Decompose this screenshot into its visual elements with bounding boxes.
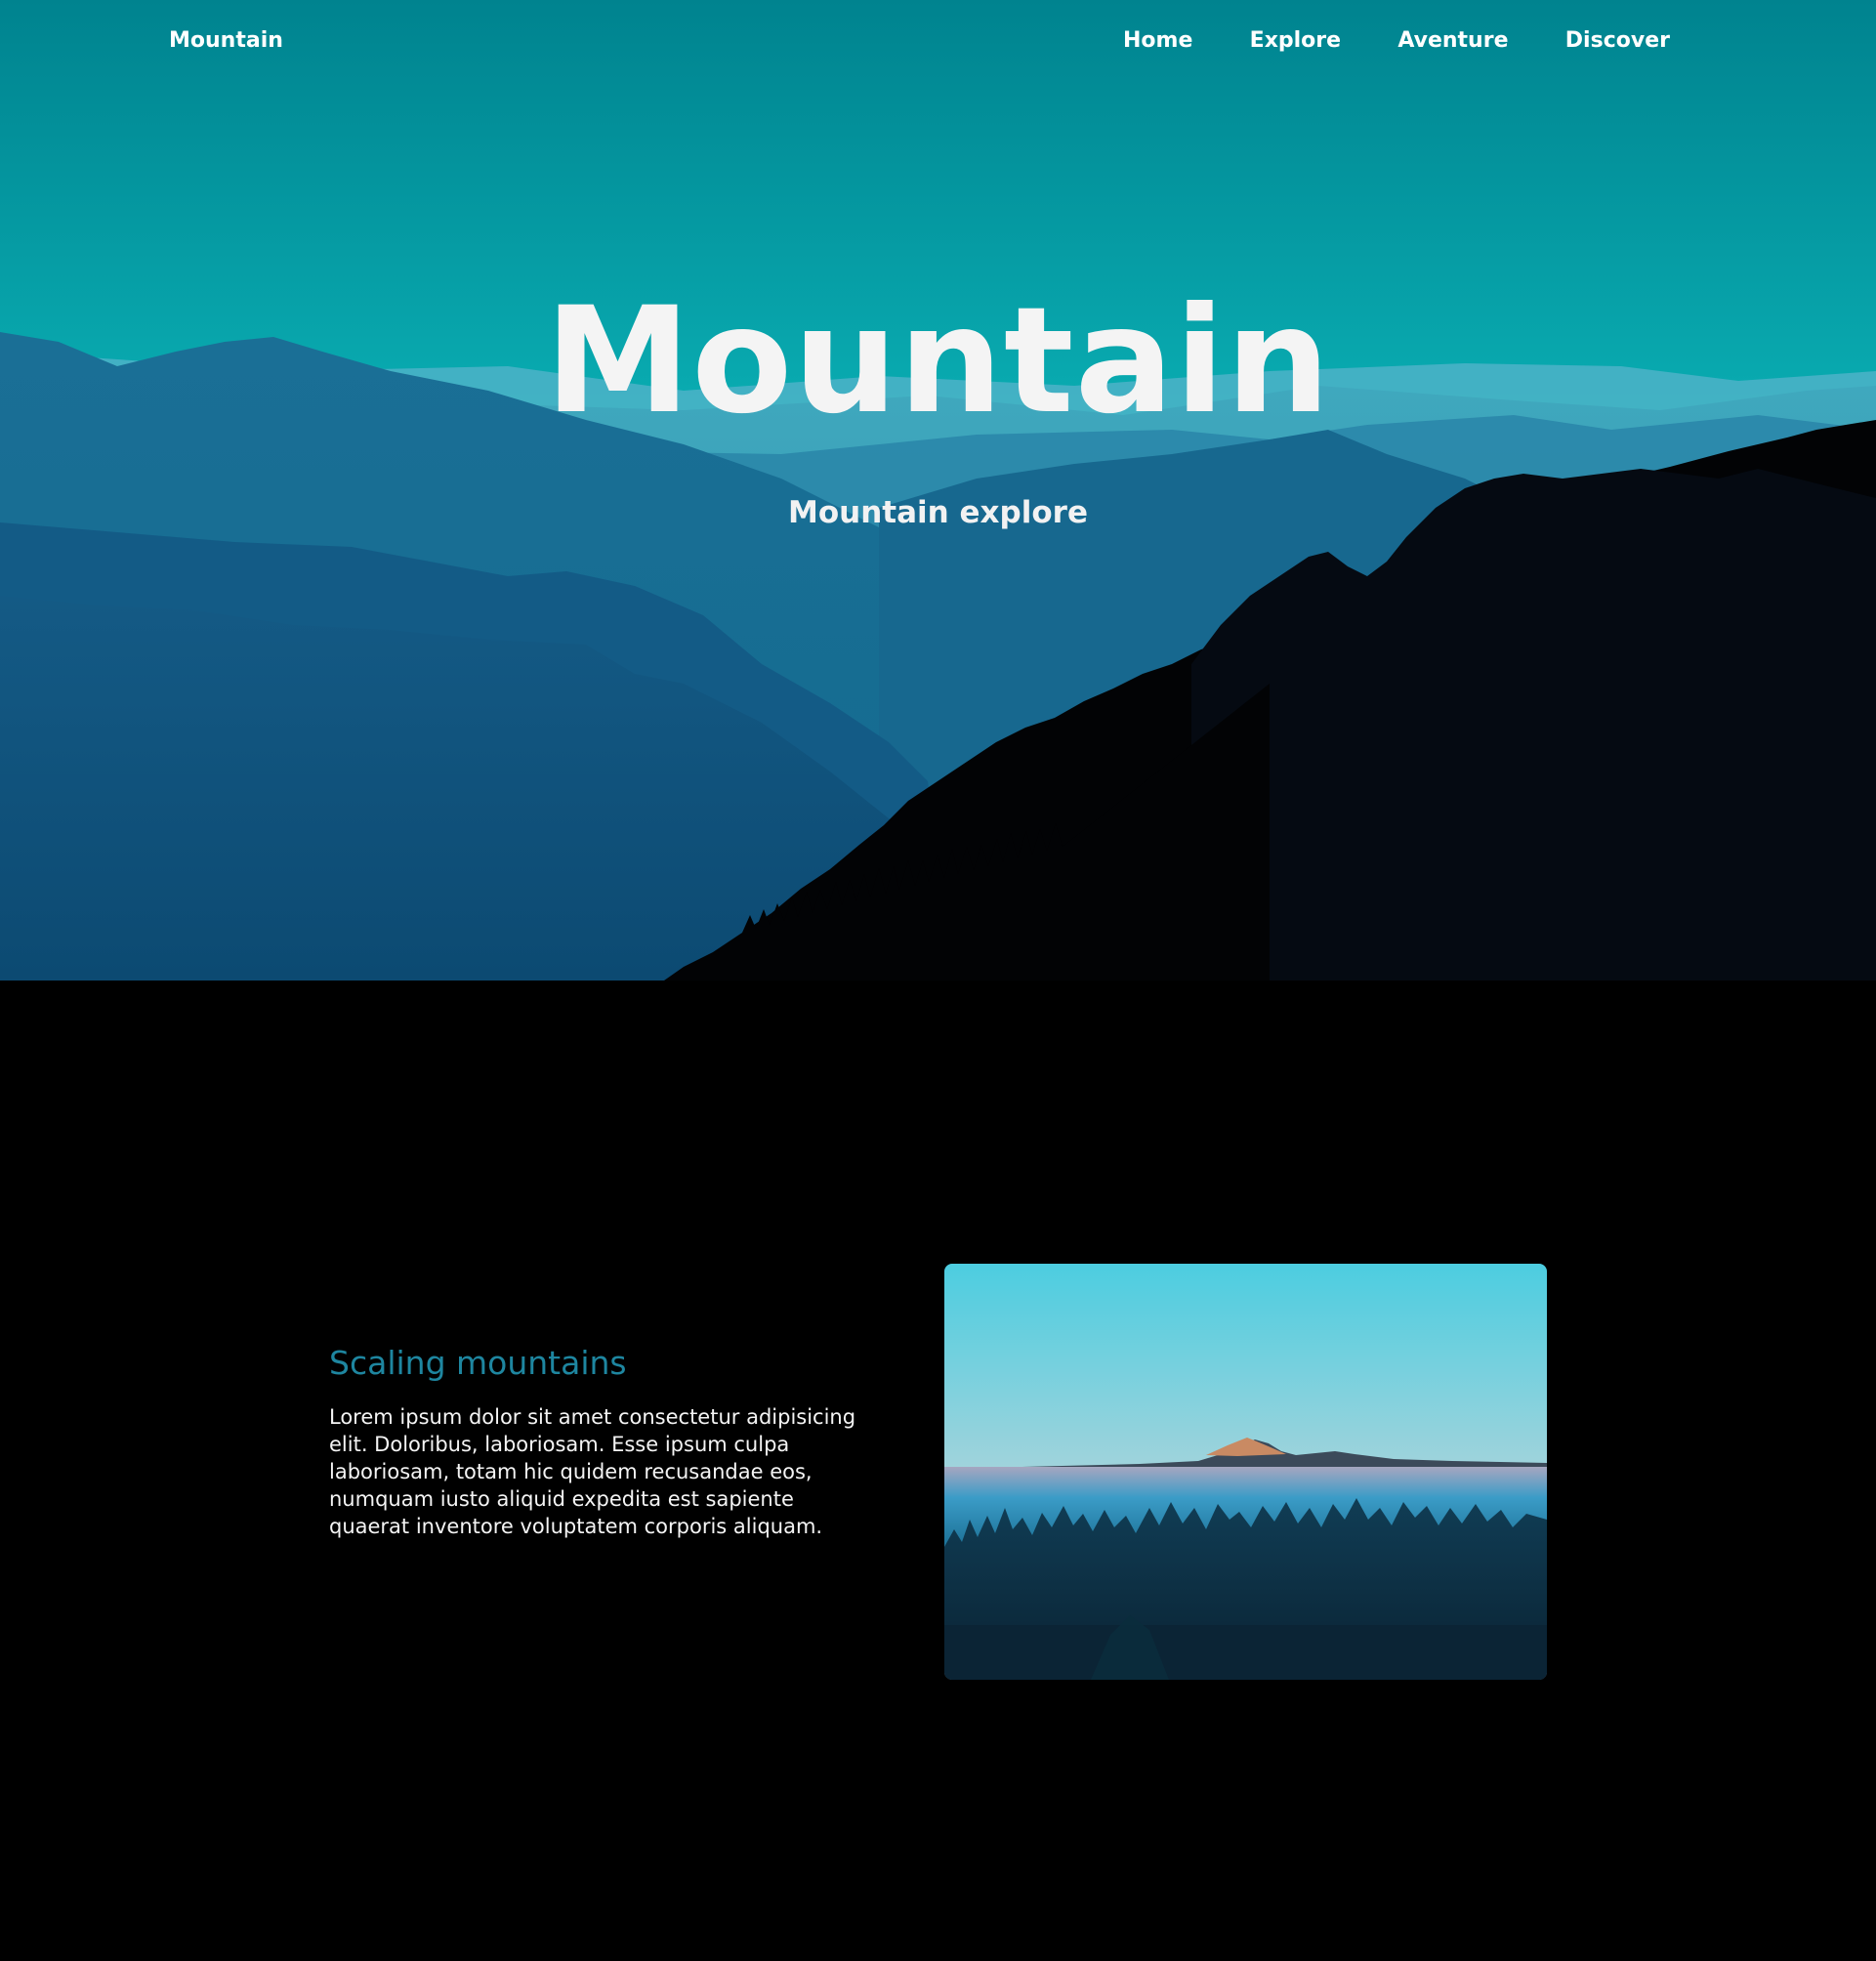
hero-subtitle: Mountain explore	[788, 495, 1088, 530]
nav-logo[interactable]: Mountain	[169, 28, 283, 54]
feature-heading: Scaling mountains	[329, 1344, 627, 1382]
main-nav: Home Explore Aventure Discover	[1123, 28, 1670, 54]
nav-link-explore[interactable]: Explore	[1250, 28, 1341, 54]
hero-section: Mountain Home Explore Aventure Discover …	[0, 0, 1876, 980]
feature-body: Lorem ipsum dolor sit amet consectetur a…	[329, 1405, 856, 1538]
nav-link-aventure[interactable]: Aventure	[1397, 28, 1508, 54]
feature-image	[944, 1264, 1547, 1680]
hero-mountain-image	[0, 0, 1876, 980]
hero-title: Mountain	[544, 276, 1332, 446]
mountain-peak-photo	[944, 1264, 1547, 1680]
nav-link-home[interactable]: Home	[1123, 28, 1192, 54]
feature-text: Scaling mountains Lorem ipsum dolor sit …	[329, 1343, 915, 1540]
nav-link-discover[interactable]: Discover	[1565, 28, 1670, 54]
